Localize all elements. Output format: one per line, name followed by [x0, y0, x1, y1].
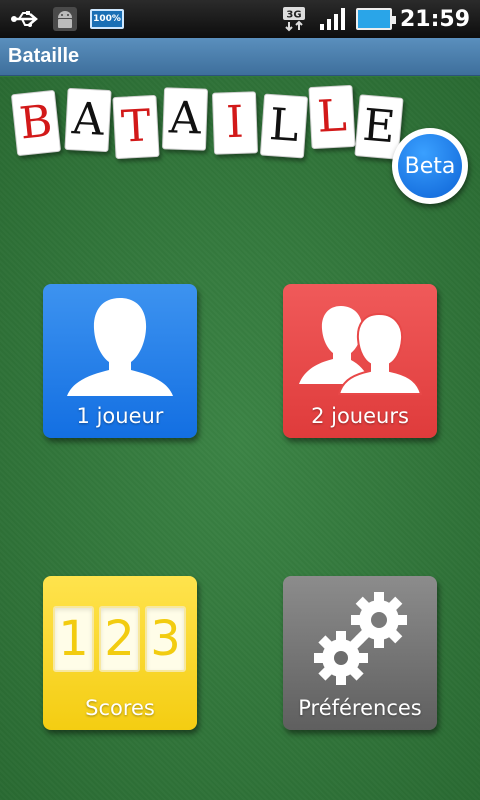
preferences-button[interactable]: Préférences [283, 576, 437, 730]
logo-card-b: B [10, 89, 62, 157]
battery-icon [355, 8, 396, 30]
beta-badge: Beta [392, 128, 468, 204]
battery-small-icon: 100% [90, 9, 124, 29]
signal-icon [318, 6, 348, 32]
scores-label: Scores [85, 696, 155, 720]
score-digit-2: 2 [99, 606, 140, 672]
status-bar: 100% 3G 21:59 [0, 0, 480, 38]
app-title: Bataille [8, 45, 80, 67]
logo-card-l2: L [308, 84, 356, 150]
score-digit-1: 1 [53, 606, 94, 672]
app-title-bar: Bataille [0, 38, 480, 76]
status-bar-left: 100% [0, 6, 124, 32]
score-digit-3: 3 [145, 606, 186, 672]
logo-card-i: I [211, 91, 259, 155]
two-players-label: 2 joueurs [311, 404, 409, 428]
logo-card-t: T [112, 94, 160, 160]
preferences-label: Préférences [298, 696, 422, 720]
one-player-button[interactable]: 1 joueur [43, 284, 197, 438]
one-player-label: 1 joueur [76, 404, 164, 428]
status-bar-right: 3G 21:59 [280, 6, 480, 32]
logo-card-l: L [259, 93, 309, 159]
beta-label: Beta [398, 134, 462, 198]
android-debug-icon [50, 6, 80, 32]
usb-icon [10, 6, 40, 32]
battery-small-text: 100% [93, 14, 121, 24]
scores-button[interactable]: 1 2 3 Scores [43, 576, 197, 730]
logo-card-a2: A [161, 87, 209, 151]
network-3g-icon: 3G [280, 6, 310, 32]
network-label: 3G [286, 10, 301, 21]
status-time: 21:59 [399, 6, 470, 32]
logo-card-a: A [64, 87, 112, 153]
two-players-button[interactable]: 2 joueurs [283, 284, 437, 438]
